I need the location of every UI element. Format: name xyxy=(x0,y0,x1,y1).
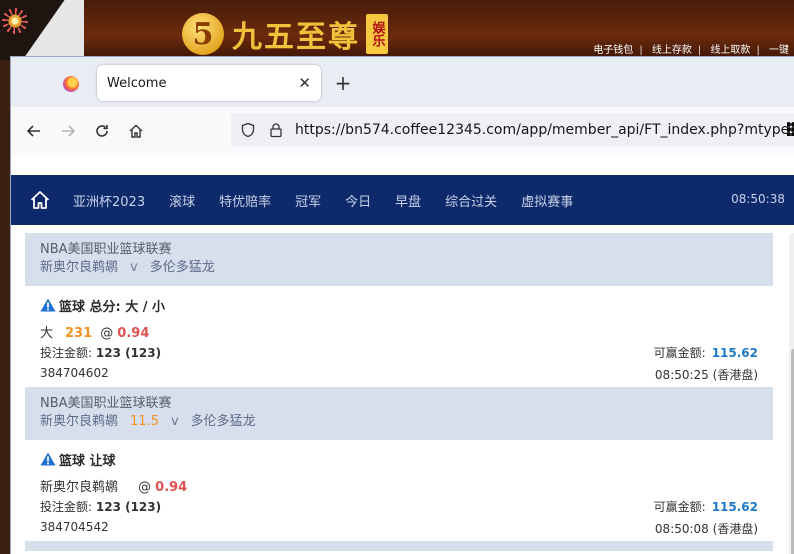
back-arrow-icon[interactable] xyxy=(17,115,51,147)
home-icon[interactable] xyxy=(119,115,153,147)
match-teams: 新奥尔良鹈鹕 11.5 v 多伦多猛龙 xyxy=(40,413,758,431)
url-text: https://bn574.coffee12345.com/app/member… xyxy=(295,122,794,138)
qr-icon[interactable] xyxy=(787,122,794,136)
ticket-line: 384704542 08:50:08 (香港盘) xyxy=(40,520,758,538)
league-header: NBA美国职业篮球联赛 新奥尔良鹈鹕 11.5 v 多伦多猛龙 xyxy=(25,387,773,440)
background-site-header: 5 九五至尊 娱乐 电子钱包 | 线上存款 | 线上取款 | 一键 xyxy=(0,0,794,60)
firefox-logo-icon[interactable] xyxy=(63,76,79,92)
stake-label: 投注金额: xyxy=(40,346,93,360)
forward-arrow-icon[interactable] xyxy=(51,115,85,147)
league-header-partial xyxy=(25,541,773,551)
selection: 大 xyxy=(40,326,54,341)
stake-label: 投注金额: xyxy=(40,500,93,514)
selection-line: 新奥尔良鹈鹕 @0.94 xyxy=(40,476,758,495)
nav-spacer xyxy=(11,225,794,233)
link-one-click[interactable]: 一键 xyxy=(769,45,789,56)
nav-asian-cup[interactable]: 亚洲杯2023 xyxy=(73,191,145,210)
away-team: 多伦多猛龙 xyxy=(190,414,256,429)
odds: 0.94 xyxy=(155,480,188,495)
bet-time: 08:50:25 (香港盘) xyxy=(654,368,758,382)
logo-five-icon: 5 xyxy=(182,13,224,55)
nav-parlay[interactable]: 综合过关 xyxy=(445,191,497,210)
bet-title: 篮球 总分: 大 / 小 xyxy=(40,294,758,316)
win-value: 115.62 xyxy=(711,346,758,360)
win-label: 可赢金额: xyxy=(653,346,706,360)
logo-text: 九五至尊 xyxy=(232,20,360,55)
browser-window: Welcome ✕ + https://bn574.coffee12345.co… xyxy=(10,56,794,554)
reload-icon[interactable] xyxy=(85,115,119,147)
bet-title: 篮球 让球 xyxy=(40,448,758,470)
away-team: 多伦多猛龙 xyxy=(149,260,215,275)
amount-line: 投注金额: 123 (123) 可赢金额: 115.62 xyxy=(40,498,758,516)
bet-type: 篮球 让球 xyxy=(59,453,116,469)
site-logo: 5 九五至尊 娱乐 xyxy=(182,12,388,56)
stake-value: 123 (123) xyxy=(95,346,162,360)
bet-line: 231 xyxy=(65,326,93,341)
close-icon[interactable]: ✕ xyxy=(298,74,311,92)
at-symbol: @ xyxy=(100,326,114,341)
link-deposit[interactable]: 线上存款 xyxy=(652,45,692,56)
home-team: 新奥尔良鹈鹕 xyxy=(40,414,119,429)
warning-icon xyxy=(40,298,56,312)
bet-list: NBA美国职业篮球联赛 新奥尔良鹈鹕 v 多伦多猛龙 篮球 总分: 大 / 小 大2… xyxy=(25,233,773,551)
nav-virtual[interactable]: 虚拟赛事 xyxy=(521,191,573,210)
ticket-id: 384704602 xyxy=(40,366,109,380)
win-amount: 可赢金额: 115.62 xyxy=(654,498,758,515)
tab-title: Welcome xyxy=(107,75,167,91)
home-icon[interactable] xyxy=(29,189,51,211)
nav-today[interactable]: 今日 xyxy=(345,191,371,210)
new-tab-button[interactable]: + xyxy=(331,71,355,95)
match-teams: 新奥尔良鹈鹕 v 多伦多猛龙 xyxy=(40,259,758,277)
tab-welcome[interactable]: Welcome ✕ xyxy=(97,65,321,101)
ticket-id: 384704542 xyxy=(40,520,109,534)
bet-time: 08:50:08 (香港盘) xyxy=(654,522,758,536)
shield-icon[interactable] xyxy=(239,121,257,139)
link-e-wallet[interactable]: 电子钱包 xyxy=(593,45,633,56)
vs-label: v xyxy=(130,260,138,275)
league-header: NBA美国职业篮球联赛 新奥尔良鹈鹕 v 多伦多猛龙 xyxy=(25,233,773,286)
handicap: 11.5 xyxy=(130,414,159,429)
amount-line: 投注金额: 123 (123) 可赢金额: 115.62 xyxy=(40,344,758,362)
win-label: 可赢金额: xyxy=(653,500,706,514)
at-symbol: @ xyxy=(138,480,152,495)
nav-champion[interactable]: 冠军 xyxy=(295,191,321,210)
bet-detail: 篮球 总分: 大 / 小 大 231 @0.94 投注金额: 123 (123) … xyxy=(25,286,773,387)
firework-icon xyxy=(2,8,28,34)
nav-bar: https://bn574.coffee12345.com/app/member… xyxy=(11,107,794,155)
nav-special-odds[interactable]: 特优赔率 xyxy=(219,191,271,210)
lock-icon[interactable] xyxy=(267,121,285,139)
selection: 新奥尔良鹈鹕 xyxy=(40,480,119,495)
site-clock: 08:50:38 xyxy=(731,192,785,206)
nav-live[interactable]: 滚球 xyxy=(169,191,195,210)
link-withdraw[interactable]: 线上取款 xyxy=(710,45,750,56)
url-bar[interactable]: https://bn574.coffee12345.com/app/member… xyxy=(231,113,794,147)
ticket-line: 384704602 08:50:25 (香港盘) xyxy=(40,366,758,384)
league-name: NBA美国职业篮球联赛 xyxy=(40,396,172,411)
odds: 0.94 xyxy=(117,326,150,341)
tab-bar: Welcome ✕ + xyxy=(11,57,794,107)
home-team: 新奥尔良鹈鹕 xyxy=(40,260,119,275)
bet-detail: 篮球 让球 新奥尔良鹈鹕 @0.94 投注金额: 123 (123) 可赢金额:… xyxy=(25,440,773,541)
page-top-gap xyxy=(11,155,794,175)
bet-type: 篮球 总分: 大 / 小 xyxy=(59,299,166,315)
vs-label: v xyxy=(170,414,179,429)
background-links: 电子钱包 | 线上存款 | 线上取款 | 一键 xyxy=(593,45,789,56)
bet-list-content: NBA美国职业篮球联赛 新奥尔良鹈鹕 v 多伦多猛龙 篮球 总分: 大 / 小 大2… xyxy=(11,233,794,554)
warning-icon xyxy=(40,452,56,466)
league-name: NBA美国职业篮球联赛 xyxy=(40,242,172,257)
nav-early[interactable]: 早盘 xyxy=(395,191,421,210)
scrollbar[interactable] xyxy=(789,233,794,554)
logo-badge: 娱乐 xyxy=(366,14,388,54)
stake-value: 123 (123) xyxy=(95,500,162,514)
win-value: 115.62 xyxy=(711,500,758,514)
site-nav: 亚洲杯2023 滚球 特优赔率 冠军 今日 早盘 综合过关 虚拟赛事 08:50… xyxy=(11,175,794,225)
background-decoration xyxy=(0,0,84,60)
selection-line: 大 231 @0.94 xyxy=(40,322,758,341)
win-amount: 可赢金额: 115.62 xyxy=(654,344,758,361)
